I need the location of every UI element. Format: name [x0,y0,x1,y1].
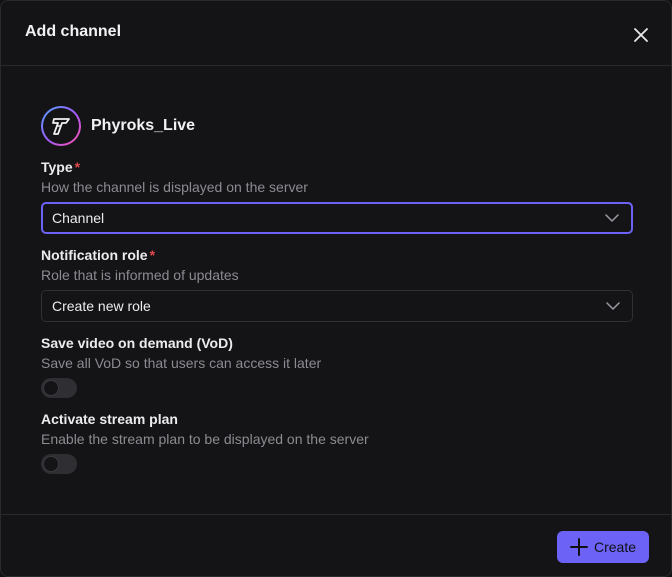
close-icon [634,28,648,42]
add-channel-dialog: Add channel Phyroks_Live Type * How the c… [0,0,672,577]
stream-plan-description: Enable the stream plan to be displayed o… [41,431,369,447]
type-select-value: Channel [52,210,105,226]
required-marker: * [74,159,81,175]
notification-role-select[interactable]: Create new role [41,290,633,322]
toggle-knob [43,380,59,396]
create-button-label: Create [593,539,637,555]
notification-role-select-value: Create new role [52,298,151,314]
channel-identity: Phyroks_Live [41,106,195,146]
plus-icon [569,538,588,556]
phyroks-logo-icon [52,118,70,135]
notification-role-description: Role that is informed of updates [41,267,239,283]
dialog-header: Add channel [1,1,671,66]
vod-description: Save all VoD so that users can access it… [41,355,322,371]
avatar [41,106,81,146]
vod-toggle[interactable] [41,378,77,398]
type-select[interactable]: Channel [41,202,633,234]
vod-label: Save video on demand (VoD) [41,335,233,351]
required-marker: * [149,247,156,263]
type-description: How the channel is displayed on the serv… [41,179,308,195]
toggle-knob [43,456,59,472]
type-label: Type * [41,159,81,175]
channel-name: Phyroks_Live [91,117,196,134]
stream-plan-label: Activate stream plan [41,411,178,427]
chevron-down-icon [605,214,619,222]
chevron-down-icon [606,302,620,310]
notification-role-label: Notification role * [41,247,156,263]
close-button[interactable] [629,23,653,47]
create-button[interactable]: Create [557,531,649,563]
stream-plan-toggle[interactable] [41,454,77,474]
dialog-title: Add channel [25,23,122,40]
